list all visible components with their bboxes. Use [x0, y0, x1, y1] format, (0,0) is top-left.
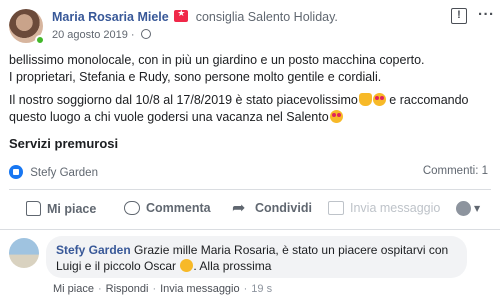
divider	[0, 229, 500, 230]
comment-actions: Mi piace · Rispondi · Invia messaggio · 19 s	[53, 283, 272, 295]
author-name-link[interactable]: Maria Rosaria Miele	[52, 10, 169, 24]
reactions-summary[interactable]: Stefy Garden	[9, 165, 98, 179]
post-date[interactable]: 20 agosto 2019	[52, 29, 128, 41]
comment-text-c: . Alla prossima	[193, 259, 272, 273]
liker-name[interactable]: Stefy Garden	[30, 167, 98, 179]
chevron-down-icon: ▼	[474, 204, 481, 213]
commenter-avatar[interactable]	[9, 238, 39, 268]
messenger-icon	[328, 201, 344, 215]
services-tag: Servizi premurosi	[9, 136, 119, 151]
thumbs-up-emoji	[358, 93, 372, 106]
online-status-dot	[35, 35, 45, 45]
like-icon	[9, 165, 23, 179]
like-icon	[26, 201, 41, 216]
like-button[interactable]: Mi piace	[26, 201, 96, 216]
globe-icon	[140, 29, 151, 39]
comment-label: Commenta	[146, 201, 211, 215]
post-body: bellissimo monolocale, con in più un gia…	[9, 52, 493, 126]
body-line-2: I proprietari, Stefania e Rudy, sono per…	[9, 70, 382, 84]
comment-text-b: Luigi e il piccolo Oscar	[56, 259, 177, 273]
send-label: Invia messaggio	[350, 201, 441, 215]
recommend-text: consiglia Salento Holiday.	[195, 10, 338, 24]
recommend-icon	[174, 9, 189, 22]
separator: ·	[152, 283, 157, 295]
comments-count[interactable]: Commenti: 1	[423, 165, 488, 177]
body-line-3a: Il nostro soggiorno dal 10/8 al 17/8/201…	[9, 93, 358, 107]
body-line-3: Il nostro soggiorno dal 10/8 al 17/8/201…	[9, 92, 493, 109]
comment-send-link[interactable]: Invia messaggio	[160, 283, 240, 295]
author-line: Maria Rosaria Miele consiglia Salento Ho…	[52, 9, 338, 24]
send-message-button[interactable]: Invia messaggio	[328, 201, 440, 215]
heart-eyes-emoji	[329, 110, 343, 123]
audience-icon	[456, 201, 471, 216]
separator: ·	[243, 283, 248, 295]
comment-bubble: Stefy Garden Grazie mille Maria Rosaria,…	[46, 236, 467, 278]
comment-like-link[interactable]: Mi piace	[53, 283, 94, 295]
body-line-4-text: questo luogo a chi vuole godersi una vac…	[9, 110, 329, 124]
separator: ·	[97, 283, 102, 295]
comment-icon	[124, 201, 140, 215]
comment-reply-link[interactable]: Rispondi	[106, 283, 149, 295]
comment-time[interactable]: 19 s	[251, 283, 272, 295]
body-line-1: bellissimo monolocale, con in più un gia…	[9, 53, 425, 67]
share-label: Condividi	[255, 201, 312, 215]
share-button[interactable]: Condividi	[232, 198, 312, 217]
heart-eyes-emoji	[372, 93, 386, 106]
audience-selector[interactable]: ▼	[456, 201, 480, 216]
smile-emoji	[180, 259, 194, 272]
report-icon[interactable]: !	[451, 8, 467, 24]
meta-separator: ·	[130, 29, 135, 41]
post-meta: 20 agosto 2019 ·	[52, 29, 151, 41]
body-line-3b: e raccomando	[385, 93, 469, 107]
more-icon[interactable]: ···	[478, 6, 495, 23]
comment-button[interactable]: Commenta	[124, 201, 211, 215]
post-header: Maria Rosaria Miele consiglia Salento Ho…	[0, 0, 500, 48]
comment-author-link[interactable]: Stefy Garden	[56, 243, 131, 257]
share-icon	[232, 198, 249, 217]
body-line-4: questo luogo a chi vuole godersi una vac…	[9, 109, 493, 126]
comment-text-a: Grazie mille Maria Rosaria, è stato un p…	[130, 243, 449, 257]
like-label: Mi piace	[47, 201, 97, 216]
action-bar: Mi piace Commenta Condividi Invia messag…	[0, 190, 500, 228]
